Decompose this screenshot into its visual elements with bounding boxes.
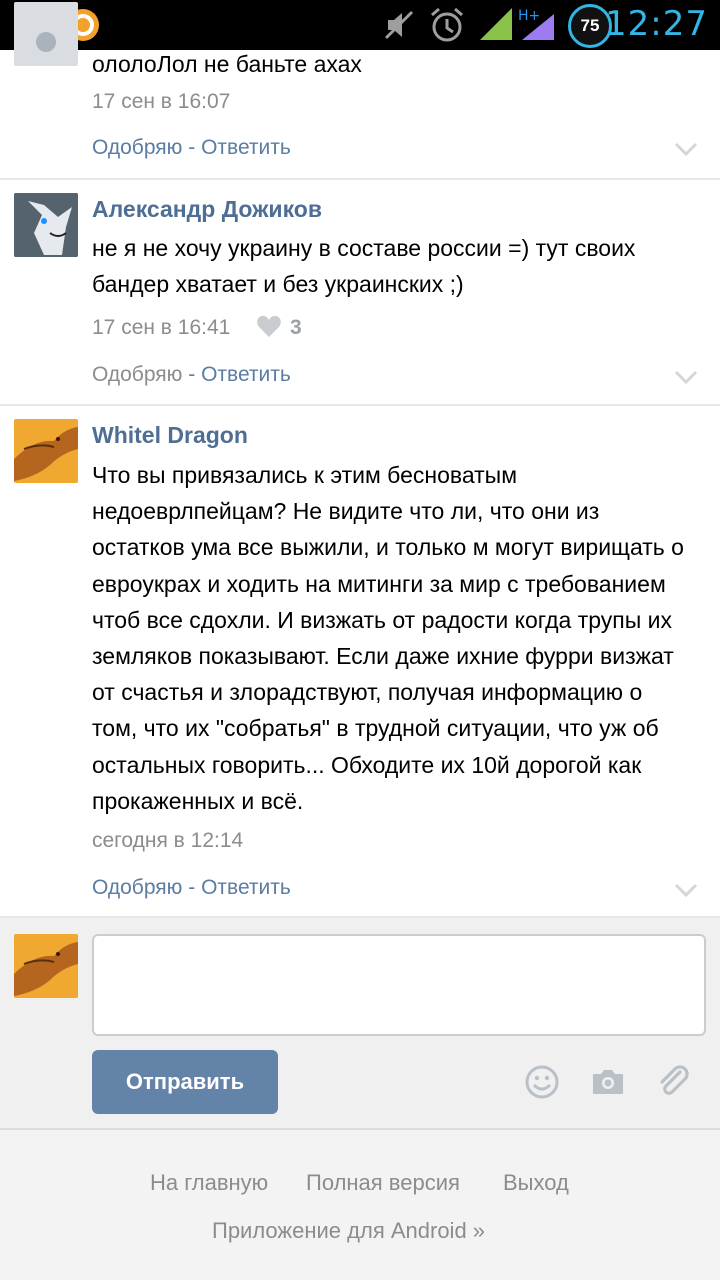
comment-actions: Одобряю - Ответить (92, 363, 291, 387)
signal-icon: H+ (480, 8, 554, 40)
approve-link[interactable]: Одобряю (92, 363, 182, 386)
mute-icon (384, 10, 414, 40)
avatar[interactable] (14, 419, 78, 483)
footer-link-android-app[interactable]: Приложение для Android » (212, 1218, 485, 1244)
current-user-avatar (14, 934, 78, 998)
footer: На главную Полная версия Выход Приложени… (0, 1130, 720, 1280)
footer-link-home[interactable]: На главную (150, 1170, 268, 1196)
send-button[interactable]: Отправить (92, 1050, 278, 1114)
smiley-icon[interactable] (524, 1064, 560, 1100)
comment-date: 17 сен в 16:07 (92, 90, 231, 113)
camera-icon[interactable] (590, 1064, 626, 1100)
reply-link[interactable]: Ответить (201, 363, 291, 386)
comment-item: ололоЛол не баньте ахах 17 сен в 16:07 О… (0, 2, 720, 180)
reply-form: Отправить (0, 918, 720, 1130)
comment-text-line: земляков показывают. Если даже ихние фур… (92, 643, 674, 670)
dragon-avatar-image (14, 934, 78, 998)
likes-count: 3 (290, 316, 302, 339)
status-bar: H+ 75 12:27 (0, 0, 720, 50)
comment-text-line: евроукрах и ходить на митинги за мир с т… (92, 570, 666, 597)
comment-text: Что вы привязались к этим бесноватым нед… (92, 457, 707, 819)
comment-item: Александр Дожиков не я не хочу украину в… (0, 180, 720, 406)
avatar[interactable] (14, 2, 78, 66)
separator: - (182, 363, 202, 386)
clock: 12:27 (605, 4, 708, 44)
comment-text-line: прокаженных и всё. (92, 787, 304, 814)
chevron-down-icon[interactable] (674, 370, 698, 384)
comment-text: ололоЛол не баньте ахах (92, 51, 362, 77)
avatar[interactable] (14, 193, 78, 257)
comment-author[interactable]: Александр Дожиков (92, 196, 322, 223)
comment-actions: Одобряю - Ответить (92, 136, 291, 160)
default-avatar-icon (36, 32, 56, 52)
comment-text-line: от счастья и злорадствуют, получая инфор… (92, 679, 643, 706)
comment-text-line: Что вы привязались к этим бесноватым (92, 462, 518, 488)
comment-actions: Одобряю - Ответить (92, 876, 291, 900)
comment-date: сегодня в 12:14 (92, 829, 244, 852)
comment-text-line: не я не хочу украину в составе россии =)… (92, 235, 636, 261)
separator: - (182, 136, 202, 159)
comment-author[interactable]: Whitel Dragon (92, 422, 248, 449)
battery-level: 75 (580, 16, 600, 35)
reply-link[interactable]: Ответить (201, 876, 291, 899)
paperclip-icon[interactable] (656, 1064, 692, 1100)
comment-text-line: чтоб все сдохли. И визжать от радости ко… (92, 606, 673, 633)
comment-text: не я не хочу украину в составе россии =)… (92, 230, 707, 302)
reply-link[interactable]: Ответить (201, 136, 291, 159)
heart-icon[interactable] (256, 314, 282, 338)
chevron-down-icon[interactable] (674, 883, 698, 897)
chevron-down-icon[interactable] (674, 142, 698, 156)
dragon-avatar-image (14, 419, 78, 483)
separator: - (182, 876, 202, 899)
footer-link-logout[interactable]: Выход (503, 1170, 569, 1196)
comment-date: 17 сен в 16:41 (92, 316, 231, 339)
comment-text-line: том, что их "собратья" в трудной ситуаци… (92, 715, 659, 742)
network-type: H+ (518, 8, 540, 24)
comment-text-line: недоеврлпейцам? Не видите что ли, что он… (92, 498, 600, 525)
comment-text-line: остатков ума все выжили, и только м могу… (92, 534, 684, 561)
approve-link[interactable]: Одобряю (92, 136, 182, 159)
comment-item: Whitel Dragon Что вы привязались к этим … (0, 406, 720, 918)
approve-link[interactable]: Одобряю (92, 876, 182, 899)
user-avatar-image (14, 193, 78, 257)
comment-text-line: остальных говорить... Обходите их 10й до… (92, 751, 642, 778)
alarm-icon (431, 7, 463, 42)
footer-link-full-version[interactable]: Полная версия (306, 1170, 460, 1196)
comment-text-line: бандер хватает и без украинских ;) (92, 271, 464, 298)
comment-input[interactable] (92, 934, 706, 1036)
